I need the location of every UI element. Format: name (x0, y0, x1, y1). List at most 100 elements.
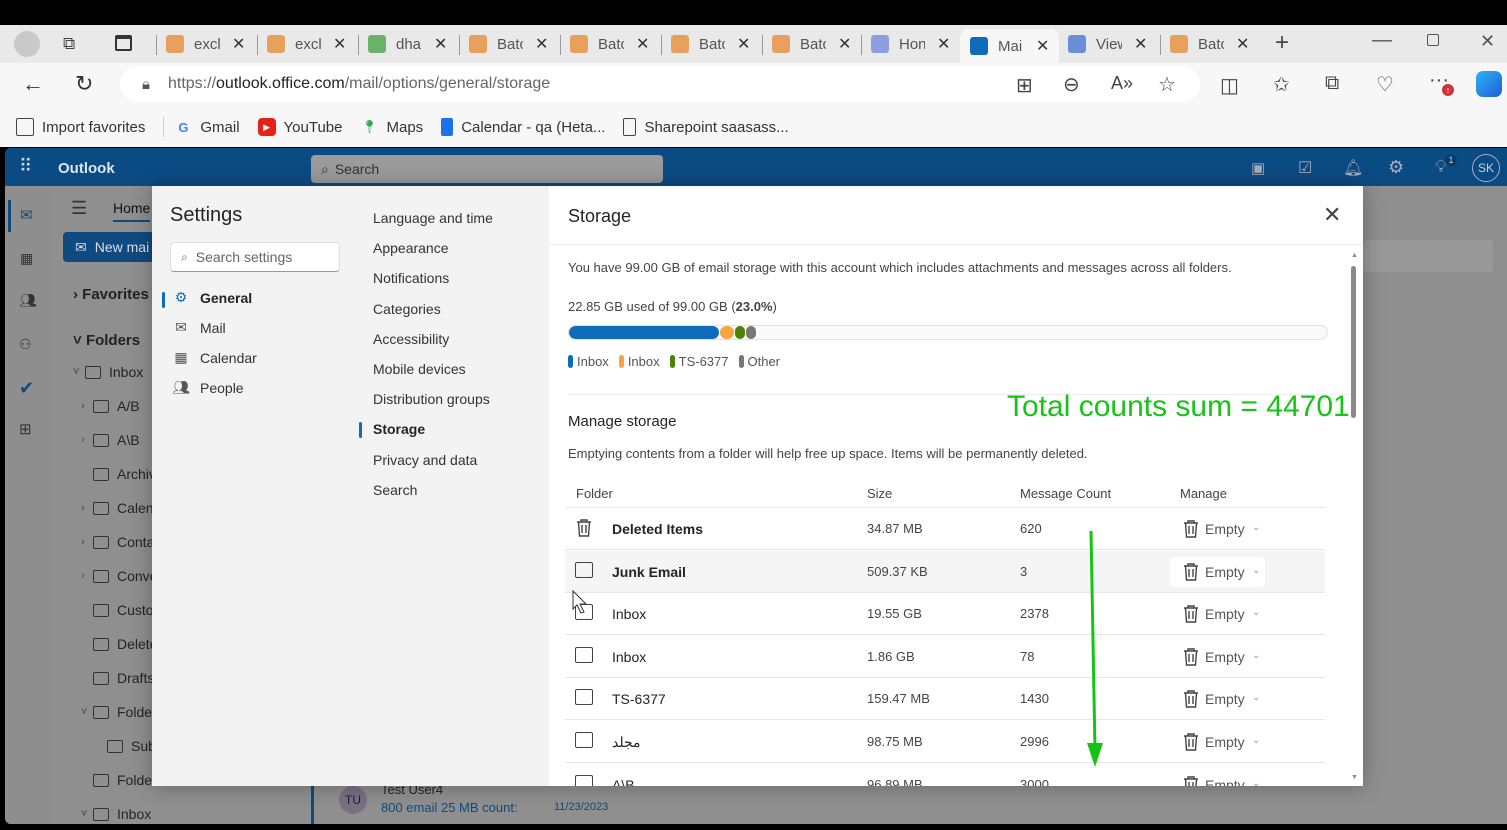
settings-category-calendar[interactable]: ▦ Calendar (172, 349, 256, 366)
folder-tree-item[interactable]: › A\B (81, 432, 140, 448)
close-tab-icon[interactable]: ✕ (1236, 34, 1249, 54)
browser-tab[interactable]: excl ✕ (166, 29, 245, 59)
folder-tree-item[interactable]: ˅ Folder (81, 704, 157, 720)
todo-icon[interactable]: ✔ (19, 378, 34, 399)
close-tab-icon[interactable]: ✕ (535, 34, 548, 54)
close-window-button[interactable]: ✕ (1480, 31, 1495, 52)
scroll-down-arrow[interactable]: ▼ (1351, 774, 1358, 781)
workspaces-icon[interactable]: ⧉ (63, 34, 75, 54)
empty-folder-button[interactable]: Empty ⌄ (1170, 684, 1265, 714)
settings-subnav-storage[interactable]: Storage (373, 421, 425, 437)
empty-folder-button[interactable]: Empty ⌄ (1170, 556, 1265, 587)
app-launcher-icon[interactable]: ⠿ (19, 156, 32, 177)
groups-icon[interactable]: ⚇ (19, 336, 32, 353)
fav-gmail[interactable]: G Gmail (174, 118, 239, 136)
favorites-icon[interactable]: ✩ (1273, 72, 1290, 97)
settings-subnav-accessibility[interactable]: Accessibility (373, 331, 449, 347)
hamburger-icon[interactable]: ☰ (71, 198, 87, 219)
folders-header[interactable]: ˅ Folders (73, 332, 140, 349)
browser-tab[interactable]: Mai ✕ (960, 29, 1060, 63)
more-apps-icon[interactable]: ⊞ (19, 420, 32, 438)
scroll-up-arrow[interactable]: ▲ (1351, 252, 1358, 259)
settings-subnav-notifications[interactable]: Notifications (373, 270, 449, 286)
settings-subnav-appearance[interactable]: Appearance (373, 240, 449, 256)
fav-import-favorites[interactable]: Import favorites (16, 118, 145, 136)
favorites-header[interactable]: › Favorites (73, 286, 149, 303)
folder-tree-item[interactable]: › Calenc (81, 500, 161, 516)
empty-folder-button[interactable]: Empty ⌄ (1170, 770, 1265, 786)
empty-folder-button[interactable]: Empty ⌄ (1170, 599, 1265, 629)
browser-tab[interactable]: Hon ✕ (871, 29, 950, 59)
settings-subnav-privacy-and-data[interactable]: Privacy and data (373, 452, 477, 468)
zoom-out-icon[interactable]: ⊖ (1063, 72, 1080, 97)
folder-tree-item[interactable]: › Conve (81, 568, 157, 584)
url-field[interactable]: 🔒︎ https://outlook.office.com/mail/optio… (120, 66, 1000, 102)
settings-subnav-distribution-groups[interactable]: Distribution groups (373, 391, 490, 407)
settings-subnav-mobile-devices[interactable]: Mobile devices (373, 361, 466, 377)
folder-tree-item[interactable]: Delete (93, 636, 157, 652)
empty-folder-button[interactable]: Empty ⌄ (1170, 514, 1265, 544)
folder-tree-item[interactable]: ˅ Inbox (73, 364, 143, 380)
close-tab-icon[interactable]: ✕ (232, 34, 245, 54)
fav-calendar[interactable]: Calendar - qa (Heta... (441, 118, 605, 136)
fav-maps[interactable]: 📍︎ Maps (361, 118, 423, 136)
read-aloud-icon[interactable]: A» (1111, 73, 1133, 94)
profile-avatar[interactable] (14, 31, 40, 57)
tab-home[interactable]: Home (113, 200, 151, 222)
close-tab-icon[interactable]: ✕ (434, 34, 447, 54)
message-list-item[interactable]: TU Test User4 800 email 25 MB count: 11/… (311, 780, 661, 824)
app-available-icon[interactable]: ⊞ (1016, 73, 1033, 98)
close-dialog-button[interactable]: ✕ (1323, 202, 1341, 228)
browser-essentials-icon[interactable]: ♡ (1376, 72, 1394, 97)
split-screen-icon[interactable]: ◫ (1220, 73, 1239, 98)
close-tab-icon[interactable]: ✕ (937, 34, 950, 54)
settings-category-people[interactable]: 👥︎ People (172, 379, 243, 396)
close-tab-icon[interactable]: ✕ (1134, 34, 1147, 54)
browser-tab[interactable]: Batc ✕ (772, 29, 851, 59)
scrollbar-thumb[interactable] (1351, 266, 1356, 418)
browser-tab[interactable]: Batc ✕ (469, 29, 548, 59)
browser-tab[interactable]: View ✕ (1068, 29, 1147, 59)
close-tab-icon[interactable]: ✕ (333, 34, 346, 54)
gear-icon[interactable]: ⚙ (1388, 157, 1404, 178)
close-tab-icon[interactable]: ✕ (636, 34, 649, 54)
folder-tree-item[interactable]: ˅ Inbox (81, 806, 151, 822)
settings-search-input[interactable]: ⌕ Search settings (170, 242, 340, 272)
restore-button[interactable] (1427, 34, 1439, 46)
mail-icon[interactable]: ✉ (20, 206, 33, 224)
vertical-tabs-icon[interactable] (115, 35, 132, 51)
close-tab-icon[interactable]: ✕ (737, 34, 750, 54)
fav-youtube[interactable]: ▶ YouTube (257, 118, 343, 136)
outlook-search-input[interactable]: ⌕ Search (311, 155, 663, 183)
browser-tab[interactable]: dha ✕ (368, 29, 447, 59)
onenote-icon[interactable]: ▣ (1251, 159, 1265, 177)
settings-subnav-language-and-time[interactable]: Language and time (373, 210, 493, 226)
folder-tree-item[interactable]: › A/B (81, 398, 140, 414)
close-tab-icon[interactable]: ✕ (838, 34, 851, 54)
settings-category-mail[interactable]: ✉ Mail (172, 319, 226, 336)
copilot-icon[interactable] (1476, 71, 1502, 97)
new-tab-button[interactable]: + (1275, 29, 1289, 57)
folder-tree-item[interactable]: › Conta (81, 534, 154, 550)
settings-category-general[interactable]: ⚙ General (172, 289, 252, 306)
my-day-icon[interactable]: ☑ (1298, 158, 1312, 178)
refresh-icon[interactable]: ↻ (75, 71, 93, 97)
favorite-star-icon[interactable]: ☆ (1158, 72, 1176, 97)
fav-sharepoint[interactable]: Sharepoint saasass... (623, 118, 789, 136)
browser-tab[interactable]: Batc ✕ (671, 29, 750, 59)
collections-icon[interactable]: ⧉ (1325, 72, 1339, 95)
folder-tree-item[interactable]: Archiv (93, 466, 156, 482)
calendar-icon[interactable]: ▦ (20, 250, 33, 267)
settings-subnav-search[interactable]: Search (373, 482, 417, 498)
people-icon[interactable]: 👥︎ (19, 292, 37, 309)
bell-icon[interactable]: 🔔︎ (1343, 158, 1363, 178)
folder-tree-item[interactable]: Drafts (93, 670, 154, 686)
avatar[interactable]: SK (1472, 154, 1500, 182)
back-icon[interactable]: ← (22, 71, 44, 97)
close-tab-icon[interactable]: ✕ (1036, 36, 1049, 56)
settings-subnav-categories[interactable]: Categories (373, 301, 441, 317)
empty-folder-button[interactable]: Empty ⌄ (1170, 642, 1265, 672)
folder-tree-item[interactable]: Custo (93, 602, 154, 618)
browser-tab[interactable]: Batc ✕ (1170, 29, 1249, 59)
browser-tab[interactable]: Batc ✕ (570, 29, 649, 59)
